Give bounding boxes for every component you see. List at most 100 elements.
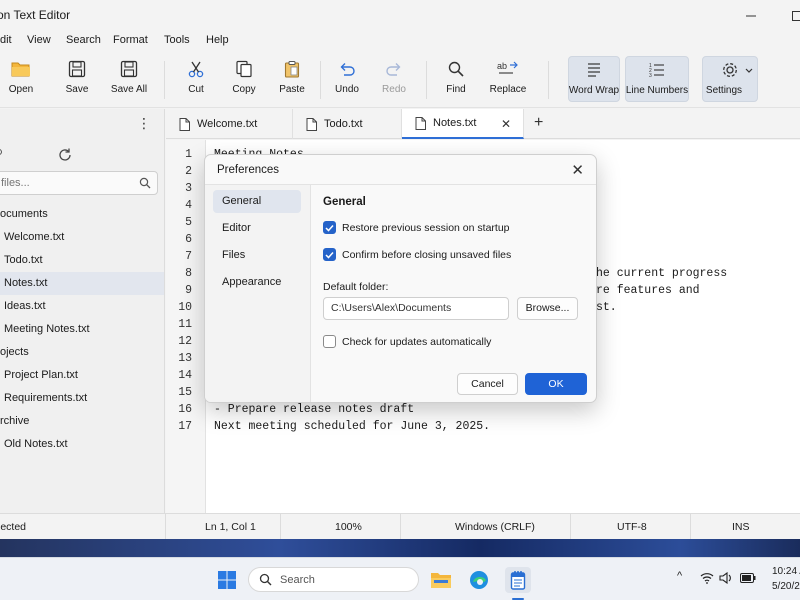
nav-general[interactable]: General — [213, 190, 301, 213]
menu-tools[interactable]: Tools — [164, 34, 190, 46]
line-number: 2 — [185, 165, 192, 178]
minimize-icon — [746, 15, 756, 16]
window-title: on Text Editor — [0, 8, 71, 22]
editor-line: - Prepare release notes draft — [214, 403, 415, 416]
file-tree-item[interactable]: Requirements.txt — [0, 387, 164, 410]
default-folder-field[interactable]: C:\Users\Alex\Documents — [323, 297, 509, 320]
status-separator — [165, 514, 166, 539]
folder-icon — [431, 573, 451, 588]
tab-notes[interactable]: Notes.txt ✕ — [402, 109, 524, 139]
file-search-input[interactable] — [0, 172, 131, 194]
line-number: 10 — [178, 301, 192, 314]
taskbar-search[interactable]: Search — [248, 567, 419, 592]
edge-browser-taskbar-icon[interactable] — [466, 567, 492, 593]
copy-button[interactable]: Copy — [228, 56, 260, 102]
file-tree-item[interactable]: Project Plan.txt — [0, 364, 164, 387]
clock-date: 5/20/20 — [772, 581, 800, 592]
editor-line: st. — [596, 301, 617, 314]
save-all-button[interactable]: Save All — [108, 56, 150, 102]
line-numbers-label: Line Numbers — [625, 85, 689, 96]
default-folder-label: Default folder: — [323, 281, 389, 293]
cut-button[interactable]: Cut — [180, 56, 212, 102]
line-number: 15 — [178, 386, 192, 399]
status-insert-mode[interactable]: INS — [732, 521, 750, 533]
file-tree-item[interactable]: Ideas.txt — [0, 295, 164, 318]
browse-button[interactable]: Browse... — [517, 297, 578, 320]
text-editor-taskbar-icon[interactable] — [505, 567, 531, 593]
start-button[interactable] — [214, 567, 240, 593]
toolbar: Open Save Save All Cut Copy Paste Undo R… — [0, 52, 800, 108]
more-options-icon[interactable]: ⋮ — [136, 115, 152, 131]
save-button[interactable]: Save — [60, 56, 94, 102]
maximize-button[interactable] — [774, 0, 800, 31]
tab-todo[interactable]: Todo.txt — [293, 109, 402, 139]
line-number: 17 — [178, 420, 192, 433]
cancel-button[interactable]: Cancel — [457, 373, 518, 395]
undo-icon — [340, 63, 355, 76]
checkbox-unchecked[interactable] — [323, 335, 336, 348]
file-tree-item[interactable]: Welcome.txt — [0, 226, 164, 249]
nav-appearance[interactable]: Appearance — [213, 271, 301, 294]
find-button[interactable]: Find — [440, 56, 472, 102]
folder-tree-item[interactable]: ojects — [0, 341, 164, 364]
minimize-button[interactable] — [728, 0, 774, 31]
file-tree-item[interactable]: Todo.txt — [0, 249, 164, 272]
nav-editor[interactable]: Editor — [213, 217, 301, 240]
undo-button[interactable]: Undo — [331, 56, 363, 102]
menu-view[interactable]: View — [27, 34, 51, 46]
restore-session-option[interactable]: Restore previous session on startup — [323, 221, 510, 234]
folder-tree-item[interactable]: rchive — [0, 410, 164, 433]
volume-icon[interactable] — [719, 572, 733, 584]
folder-tree-item[interactable]: ocuments — [0, 203, 164, 226]
menu-edit[interactable]: dit — [0, 34, 12, 46]
open-button[interactable]: Open — [4, 56, 38, 102]
line-number: 7 — [185, 250, 192, 263]
system-clock[interactable]: 10:24 A 5/20/20 — [772, 564, 800, 594]
file-search-box[interactable] — [0, 171, 158, 195]
redo-button[interactable]: Redo — [378, 56, 410, 102]
new-tab-button[interactable]: + — [534, 114, 543, 132]
status-bar: lected Ln 1, Col 1 100% Windows (CRLF) U… — [0, 513, 800, 539]
menu-format[interactable]: Format — [113, 34, 148, 46]
text-editor-window: on Text Editor dit View Search Format To… — [0, 0, 800, 539]
status-zoom[interactable]: 100% — [335, 521, 362, 533]
line-number: 14 — [178, 369, 192, 382]
check-updates-option[interactable]: Check for updates automatically — [323, 335, 491, 348]
refresh-icon[interactable] — [57, 147, 73, 163]
close-icon[interactable]: ✕ — [571, 161, 584, 179]
copy-label: Copy — [232, 84, 256, 95]
nav-files[interactable]: Files — [213, 244, 301, 267]
cut-label: Cut — [188, 84, 204, 95]
sidebar-chevron-icon[interactable] — [0, 149, 2, 155]
menu-search[interactable]: Search — [66, 34, 101, 46]
menu-help[interactable]: Help — [206, 34, 229, 46]
tray-chevron-icon[interactable]: ^ — [677, 570, 682, 582]
file-tree-item[interactable]: Old Notes.txt — [0, 433, 164, 456]
settings-button[interactable]: Settings — [702, 56, 758, 102]
wifi-icon[interactable] — [700, 572, 714, 584]
save-label: Save — [65, 84, 89, 95]
line-number: 1 — [185, 148, 192, 161]
tab-label: Todo.txt — [324, 118, 363, 130]
editor-line: he current progress — [596, 267, 728, 280]
word-wrap-toggle[interactable]: Word Wrap — [568, 56, 620, 102]
document-icon — [415, 116, 426, 130]
tab-welcome[interactable]: Welcome.txt — [166, 109, 293, 139]
file-tree-item[interactable]: Meeting Notes.txt — [0, 318, 164, 341]
status-cursor-position[interactable]: Ln 1, Col 1 — [205, 521, 256, 533]
file-explorer-taskbar-icon[interactable] — [428, 567, 454, 593]
paste-button[interactable]: Paste — [276, 56, 308, 102]
replace-button[interactable]: ab Replace — [487, 56, 529, 102]
checkbox-checked[interactable] — [323, 221, 336, 234]
close-tab-icon[interactable]: ✕ — [501, 117, 511, 131]
section-heading: General — [323, 196, 366, 208]
status-encoding[interactable]: UTF-8 — [617, 521, 647, 533]
confirm-close-option[interactable]: Confirm before closing unsaved files — [323, 248, 511, 261]
file-tree-item[interactable]: Notes.txt — [0, 272, 164, 295]
status-line-ending[interactable]: Windows (CRLF) — [455, 521, 535, 533]
checkbox-checked[interactable] — [323, 248, 336, 261]
line-numbers-toggle[interactable]: 123 Line Numbers — [625, 56, 689, 102]
battery-icon[interactable] — [740, 573, 756, 583]
ok-button[interactable]: OK — [525, 373, 587, 395]
save-icon — [68, 60, 86, 78]
